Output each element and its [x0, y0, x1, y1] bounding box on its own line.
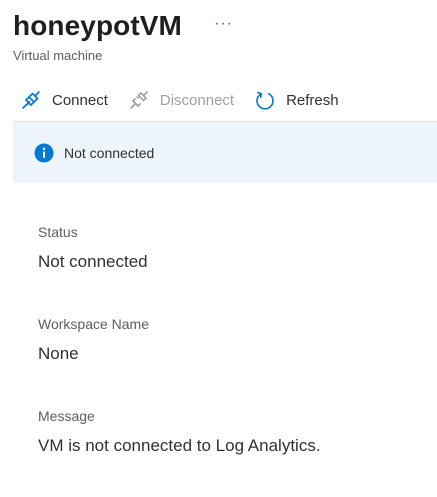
message-value: VM is not connected to Log Analytics.: [38, 436, 321, 455]
page-title: honeypotVM: [13, 10, 182, 41]
status-field: Status Not connected: [38, 224, 148, 272]
status-value: Not connected: [38, 252, 148, 271]
more-options-button[interactable]: ···: [210, 16, 237, 32]
info-message-text: Not connected: [64, 144, 155, 161]
workspace-name-value: None: [38, 344, 79, 363]
refresh-button[interactable]: Refresh: [254, 89, 339, 111]
message-label: Message: [38, 408, 95, 424]
message-field: Message VM is not connected to Log Analy…: [38, 408, 321, 456]
disconnect-label: Disconnect: [159, 91, 235, 109]
plug-disconnect-icon: [128, 89, 150, 111]
info-icon: [34, 143, 54, 163]
disconnect-button[interactable]: Disconnect: [128, 89, 234, 111]
workspace-name-field: Workspace Name None: [38, 316, 149, 364]
plug-connect-icon: [20, 89, 42, 111]
page-header: honeypotVM ··· Virtual machine: [13, 6, 423, 63]
status-label: Status: [38, 224, 78, 240]
refresh-label: Refresh: [286, 91, 339, 109]
refresh-icon: [254, 89, 276, 111]
command-bar: Connect Disconnect Refresh: [20, 86, 359, 114]
connect-button[interactable]: Connect: [20, 89, 108, 111]
title-row: honeypotVM ···: [13, 6, 423, 46]
page-subtitle: Virtual machine: [13, 48, 103, 63]
info-message-bar: Not connected: [13, 122, 437, 183]
connect-label: Connect: [52, 91, 108, 109]
workspace-name-label: Workspace Name: [38, 316, 150, 332]
